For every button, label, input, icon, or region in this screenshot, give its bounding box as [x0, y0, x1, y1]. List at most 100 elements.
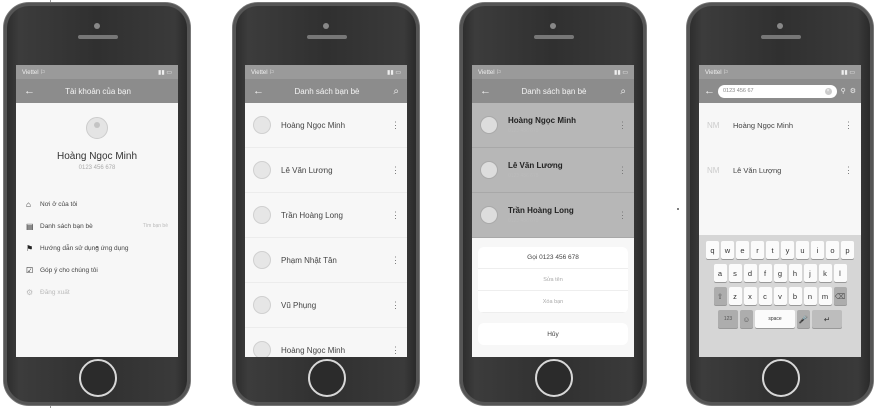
menu-item-feedback[interactable]: ☑ Góp ý cho chúng tôi: [26, 259, 168, 281]
clear-icon[interactable]: ×: [824, 87, 832, 95]
list-item[interactable]: Hoàng Ngọc Minh 0123 456 678 ⋮: [472, 103, 634, 148]
more-icon[interactable]: ⋮: [391, 120, 400, 131]
home-button[interactable]: [308, 359, 346, 397]
key-d[interactable]: d: [743, 264, 757, 282]
search-icon[interactable]: ⌕: [614, 86, 626, 97]
list-item[interactable]: Lê Văn Lương ⋮: [245, 148, 407, 193]
contact-actions-screen: Viettel ⚐ ▮▮ ▭ ← Danh sách bạn bè ⌕ Hoàn…: [472, 65, 634, 357]
more-icon[interactable]: ⋮: [391, 300, 400, 311]
back-arrow-icon[interactable]: ←: [480, 85, 494, 97]
add-contact-icon[interactable]: ⚲: [841, 87, 846, 95]
back-arrow-icon[interactable]: ←: [704, 85, 715, 97]
home-button[interactable]: [79, 359, 117, 397]
key-k[interactable]: k: [818, 264, 832, 282]
list-item[interactable]: Lê Văn Lương 0123 456 678 ⋮: [472, 148, 634, 193]
contact-list: Hoàng Ngọc Minh ⋮ Lê Văn Lương ⋮ Trần Hoàn…: [245, 103, 407, 357]
profile-phone: 0123 456 678: [78, 165, 116, 171]
edit-name-option[interactable]: Sửa tên: [478, 269, 628, 291]
return-key[interactable]: ↵: [812, 310, 842, 328]
key-p[interactable]: p: [841, 241, 854, 259]
contact-list: Hoàng Ngọc Minh 0123 456 678 ⋮ Lê Văn Lươn…: [472, 103, 634, 238]
list-item[interactable]: Trần Hoàng Long ⋮: [245, 193, 407, 238]
avatar: [253, 206, 271, 224]
phone-profile: Viettel ⚐ ▮▮ ▭ ← Tài khoản của bạn Hoàng…: [3, 2, 191, 406]
search-result[interactable]: NM Lê Văn Lượng ⋮: [699, 148, 861, 193]
menu-item-logout[interactable]: ⚙ Đăng xuất: [26, 281, 168, 303]
keyboard-row-4: 123 ☺ space 🎤 ↵: [701, 310, 859, 328]
key-c[interactable]: c: [758, 287, 772, 305]
space-key[interactable]: space: [755, 310, 795, 328]
app-bar: ← Tài khoản của bạn: [16, 79, 178, 103]
delete-friend-option[interactable]: Xóa bạn: [478, 291, 628, 313]
numbers-key[interactable]: 123: [718, 310, 738, 328]
avatar: [253, 116, 271, 134]
more-icon[interactable]: ⋮: [391, 210, 400, 221]
mic-key[interactable]: 🎤: [797, 310, 810, 328]
key-l[interactable]: l: [833, 264, 847, 282]
emoji-key[interactable]: ☺: [740, 310, 753, 328]
key-s[interactable]: s: [728, 264, 742, 282]
avatar-initials: NM: [707, 121, 720, 130]
back-arrow-icon[interactable]: ←: [253, 85, 267, 97]
key-b[interactable]: b: [788, 287, 802, 305]
home-button[interactable]: [762, 359, 800, 397]
key-a[interactable]: a: [713, 264, 727, 282]
phone-friend-list: Viettel ⚐ ▮▮ ▭ ← Danh sách bạn bè ⌕ Hoàn…: [232, 2, 420, 406]
result-name: Hoàng Ngọc Minh: [733, 121, 794, 130]
more-icon[interactable]: ⋮: [618, 165, 627, 176]
speaker: [307, 35, 347, 39]
key-j[interactable]: j: [803, 264, 817, 282]
app-bar: ← Danh sách bạn bè ⌕: [245, 79, 407, 103]
list-item[interactable]: Vũ Phụng ⋮: [245, 283, 407, 328]
list-item[interactable]: Hoàng Ngọc Minh ⋮: [245, 103, 407, 148]
list-item[interactable]: Phạm Nhật Tân ⋮: [245, 238, 407, 283]
back-arrow-icon[interactable]: ←: [24, 85, 38, 97]
key-o[interactable]: o: [826, 241, 839, 259]
key-w[interactable]: w: [721, 241, 734, 259]
battery-icon: ▮▮ ▭: [614, 69, 628, 76]
search-icon[interactable]: ⌕: [387, 86, 399, 97]
avatar: [480, 161, 498, 179]
cancel-button[interactable]: Hủy: [478, 323, 628, 345]
key-x[interactable]: x: [743, 287, 757, 305]
more-icon[interactable]: ⋮: [618, 210, 627, 221]
key-g[interactable]: g: [773, 264, 787, 282]
avatar[interactable]: [86, 117, 108, 139]
menu-item-home[interactable]: ⌂ Nơi ở của tôi: [26, 193, 168, 215]
key-m[interactable]: m: [818, 287, 832, 305]
camera-dot: [323, 23, 329, 29]
key-y[interactable]: y: [781, 241, 794, 259]
settings-icon[interactable]: ⚙: [850, 87, 856, 95]
avatar: [253, 161, 271, 179]
home-icon: ⌂: [26, 199, 31, 209]
avatar: [480, 206, 498, 224]
search-input[interactable]: 0123 456 67 ×: [718, 84, 837, 98]
key-n[interactable]: n: [803, 287, 817, 305]
more-icon[interactable]: ⋮: [391, 345, 400, 356]
home-button[interactable]: [535, 359, 573, 397]
backspace-key[interactable]: ⌫: [833, 287, 847, 305]
more-icon[interactable]: ⋮: [391, 255, 400, 266]
menu-item-guide[interactable]: ⚑ Hướng dẫn sử dụng ứng dụng: [26, 237, 168, 259]
key-u[interactable]: u: [796, 241, 809, 259]
key-f[interactable]: f: [758, 264, 772, 282]
more-icon[interactable]: ⋮: [844, 165, 853, 176]
key-e[interactable]: e: [736, 241, 749, 259]
call-option[interactable]: Gọi 0123 456 678: [478, 247, 628, 269]
key-t[interactable]: t: [766, 241, 779, 259]
more-icon[interactable]: ⋮: [391, 165, 400, 176]
menu-item-friends[interactable]: ▤ Danh sách bạn bè Tìm bạn bè: [26, 215, 168, 237]
list-item[interactable]: Hoàng Ngọc Minh ⋮: [245, 328, 407, 357]
key-i[interactable]: i: [811, 241, 824, 259]
more-icon[interactable]: ⋮: [618, 120, 627, 131]
search-result[interactable]: NM Hoàng Ngọc Minh ⋮: [699, 103, 861, 148]
key-r[interactable]: r: [751, 241, 764, 259]
key-z[interactable]: z: [728, 287, 742, 305]
camera-dot: [550, 23, 556, 29]
list-item[interactable]: Trần Hoàng Long 0123 456 678 ⋮: [472, 193, 634, 238]
key-h[interactable]: h: [788, 264, 802, 282]
more-icon[interactable]: ⋮: [844, 120, 853, 131]
key-v[interactable]: v: [773, 287, 787, 305]
shift-key[interactable]: ⇧: [713, 287, 727, 305]
key-q[interactable]: q: [706, 241, 719, 259]
